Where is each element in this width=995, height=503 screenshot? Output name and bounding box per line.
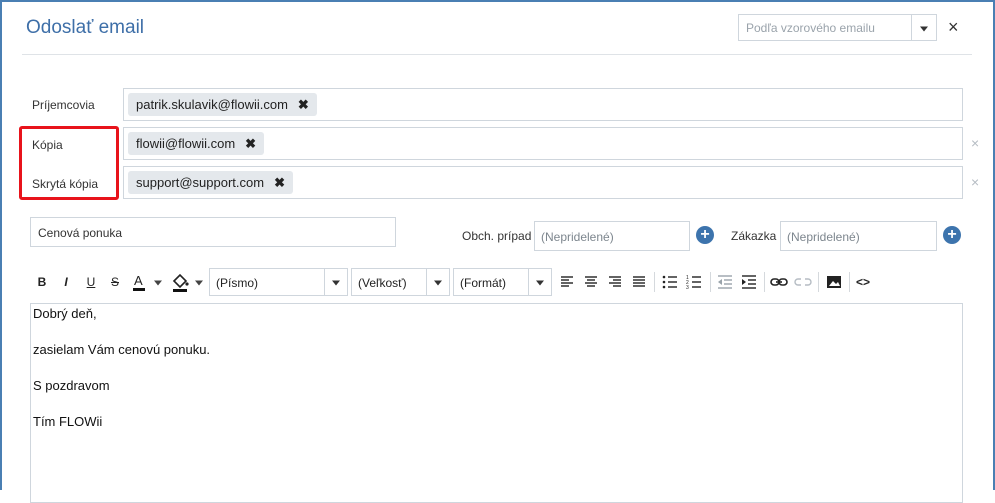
add-customer-icon[interactable]: + (943, 226, 961, 244)
text-color-dropdown-icon[interactable] (151, 268, 165, 296)
svg-text:3: 3 (686, 285, 689, 291)
underline-icon[interactable]: U (83, 268, 99, 296)
align-justify-icon[interactable] (630, 268, 648, 296)
chip-label: flowii@flowii.com (136, 136, 236, 151)
cc-label: Kópia (32, 138, 63, 152)
image-icon[interactable] (824, 268, 844, 296)
remove-icon[interactable]: ✖ (274, 175, 285, 190)
toolbar-separator (764, 272, 765, 292)
toolbar-separator (818, 272, 819, 292)
chip-label: support@support.com (136, 175, 265, 190)
deal-select[interactable]: (Nepridelené) (534, 221, 690, 251)
dialog-title: Odoslať email (26, 17, 145, 38)
format-select[interactable]: (Formát) (453, 268, 552, 296)
indent-icon[interactable] (739, 268, 759, 296)
clear-bcc-icon[interactable]: × (971, 174, 979, 190)
customer-select[interactable]: (Nepridelené) (780, 221, 937, 251)
template-placeholder: Podľa vzorového emailu (746, 21, 875, 35)
bullet-list-icon[interactable] (660, 268, 680, 296)
fill-color-icon[interactable] (170, 268, 190, 296)
chip-label: patrik.skulavik@flowii.com (136, 97, 288, 112)
svg-text:A: A (134, 273, 143, 288)
italic-icon[interactable]: I (58, 268, 74, 296)
chevron-down-icon[interactable] (528, 269, 551, 295)
unlink-icon[interactable] (793, 268, 813, 296)
toolbar-separator (710, 272, 711, 292)
font-size-select[interactable]: (Veľkosť) (351, 268, 450, 296)
cc-field[interactable]: flowii@flowii.com ✖ (123, 127, 963, 160)
recipients-label: Príjemcovia (32, 98, 95, 112)
bcc-field[interactable]: support@support.com ✖ (123, 166, 963, 199)
recipient-chip: patrik.skulavik@flowii.com ✖ (128, 93, 317, 116)
align-center-icon[interactable] (582, 268, 600, 296)
chevron-down-icon[interactable] (324, 269, 347, 295)
code-icon[interactable]: <> (854, 268, 872, 296)
font-family-value: (Písmo) (216, 276, 258, 290)
remove-icon[interactable]: ✖ (298, 97, 309, 112)
cc-chip: flowii@flowii.com ✖ (128, 132, 265, 155)
customer-label: Zákazka (731, 229, 777, 243)
deal-placeholder: (Nepridelené) (541, 230, 614, 244)
body-line: Dobrý deň, (33, 306, 97, 321)
fill-color-dropdown-icon[interactable] (192, 268, 206, 296)
remove-icon[interactable]: ✖ (245, 136, 256, 151)
font-family-select[interactable]: (Písmo) (209, 268, 348, 296)
toolbar-separator (849, 272, 850, 292)
add-deal-icon[interactable]: + (696, 226, 714, 244)
clear-cc-icon[interactable]: × (971, 135, 979, 151)
font-size-value: (Veľkosť) (358, 276, 407, 290)
body-line: zasielam Vám cenovú ponuku. (33, 342, 211, 357)
outdent-icon[interactable] (715, 268, 735, 296)
toolbar-separator (654, 272, 655, 292)
subject-input[interactable]: Cenová ponuka (30, 217, 396, 247)
link-icon[interactable] (769, 268, 789, 296)
recipients-field[interactable]: patrik.skulavik@flowii.com ✖ (123, 88, 963, 121)
chevron-down-icon[interactable] (426, 269, 449, 295)
bcc-chip: support@support.com ✖ (128, 171, 293, 194)
text-color-icon[interactable]: A (129, 268, 149, 296)
align-right-icon[interactable] (606, 268, 624, 296)
format-value: (Formát) (460, 276, 506, 290)
chevron-down-icon[interactable] (911, 15, 936, 40)
strikethrough-icon[interactable]: S (107, 268, 123, 296)
email-template-select[interactable]: Podľa vzorového emailu (738, 14, 937, 41)
body-line: S pozdravom (33, 378, 110, 393)
subject-value: Cenová ponuka (38, 226, 123, 240)
bold-icon[interactable]: B (34, 268, 50, 296)
divider (22, 54, 972, 55)
customer-placeholder: (Nepridelené) (787, 230, 860, 244)
close-icon[interactable]: × (948, 17, 959, 37)
numbered-list-icon[interactable]: 123 (684, 268, 704, 296)
align-left-icon[interactable] (558, 268, 576, 296)
email-body-editor[interactable]: Dobrý deň, zasielam Vám cenovú ponuku. S… (30, 303, 963, 503)
deal-label: Obch. prípad (462, 229, 532, 243)
body-line: Tím FLOWii (33, 414, 103, 429)
bcc-label: Skrytá kópia (32, 177, 99, 191)
